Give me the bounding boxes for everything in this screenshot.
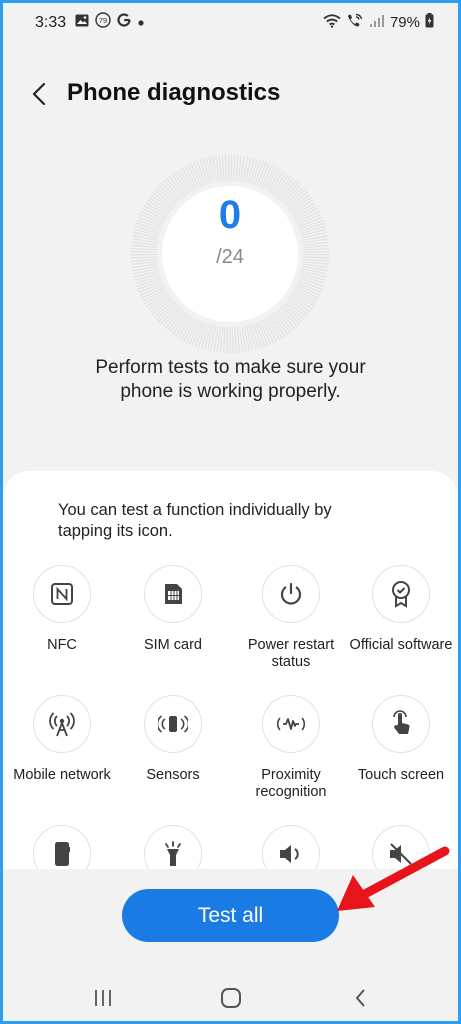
page-title: Phone diagnostics <box>67 79 281 106</box>
status-bar: 3:33 79 79% <box>3 3 458 43</box>
back-nav-icon <box>355 989 365 1007</box>
test-item-label: Touch screen <box>357 767 445 783</box>
test-item-power-restart[interactable]: Power restart status <box>236 565 346 671</box>
test-item-label: NFC <box>47 637 77 653</box>
gallery-icon <box>75 14 89 32</box>
test-item-label: SIM card <box>143 637 202 653</box>
power-restart-icon <box>280 582 302 605</box>
test-item-label: Power restart status <box>247 637 335 670</box>
battery-level: 79% <box>389 14 420 31</box>
annotation-arrow-icon <box>337 846 450 911</box>
test-item-sensors[interactable]: Sensors <box>118 695 228 784</box>
test-item-sim-card[interactable]: SIM card <box>118 565 228 654</box>
official-software-icon <box>392 581 410 608</box>
sensors-icon <box>158 715 188 733</box>
temperature-79-icon: 79 <box>95 12 111 33</box>
test-item-label: Official software <box>349 637 453 653</box>
sim-card-icon <box>165 584 182 604</box>
back-nav-button[interactable] <box>341 981 381 1015</box>
test-item-proximity[interactable]: Proximity recognition <box>236 695 346 801</box>
svg-text:79: 79 <box>99 16 107 25</box>
test-item-label: Mobile network <box>13 767 111 783</box>
back-button[interactable] <box>25 77 55 111</box>
chevron-left-icon <box>32 82 46 106</box>
description-text: Perform tests to make sure your phone is… <box>95 357 366 402</box>
test-item-nfc[interactable]: NFC <box>7 565 117 654</box>
proximity-icon <box>276 717 306 731</box>
google-icon <box>117 13 131 32</box>
signal-icon <box>369 14 385 32</box>
recent-apps-icon <box>95 990 111 1006</box>
test-item-touch-screen[interactable]: Touch screen <box>346 695 456 784</box>
recent-apps-button[interactable] <box>83 981 123 1015</box>
test-item-official-software[interactable]: Official software <box>346 565 456 654</box>
touch-screen-icon <box>393 710 410 734</box>
screen: 3:33 79 79% Phone diagnostics 0 /24 Perf… <box>3 3 458 1021</box>
test-item-label: Proximity recognition <box>255 767 327 800</box>
test-item-label: Sensors <box>146 767 200 783</box>
wifi-calling-icon <box>346 13 364 32</box>
wifi-icon <box>323 13 341 32</box>
speaker-icon <box>280 845 299 863</box>
battery-icon <box>425 13 434 32</box>
mobile-network-icon <box>49 712 75 737</box>
home-icon <box>221 988 241 1008</box>
phone-icon <box>55 842 70 866</box>
score-value: 0 <box>218 193 242 237</box>
card-hint: You can test a function individually by … <box>58 501 332 540</box>
test-item-mobile-network[interactable]: Mobile network <box>7 695 117 784</box>
dot-icon <box>137 14 145 32</box>
score-total: /24 <box>216 246 244 268</box>
test-all-button[interactable]: Test all <box>122 889 339 942</box>
home-button[interactable] <box>211 981 251 1015</box>
flashlight-icon <box>165 841 181 866</box>
status-time: 3:33 <box>35 14 67 31</box>
nfc-icon <box>51 583 73 605</box>
